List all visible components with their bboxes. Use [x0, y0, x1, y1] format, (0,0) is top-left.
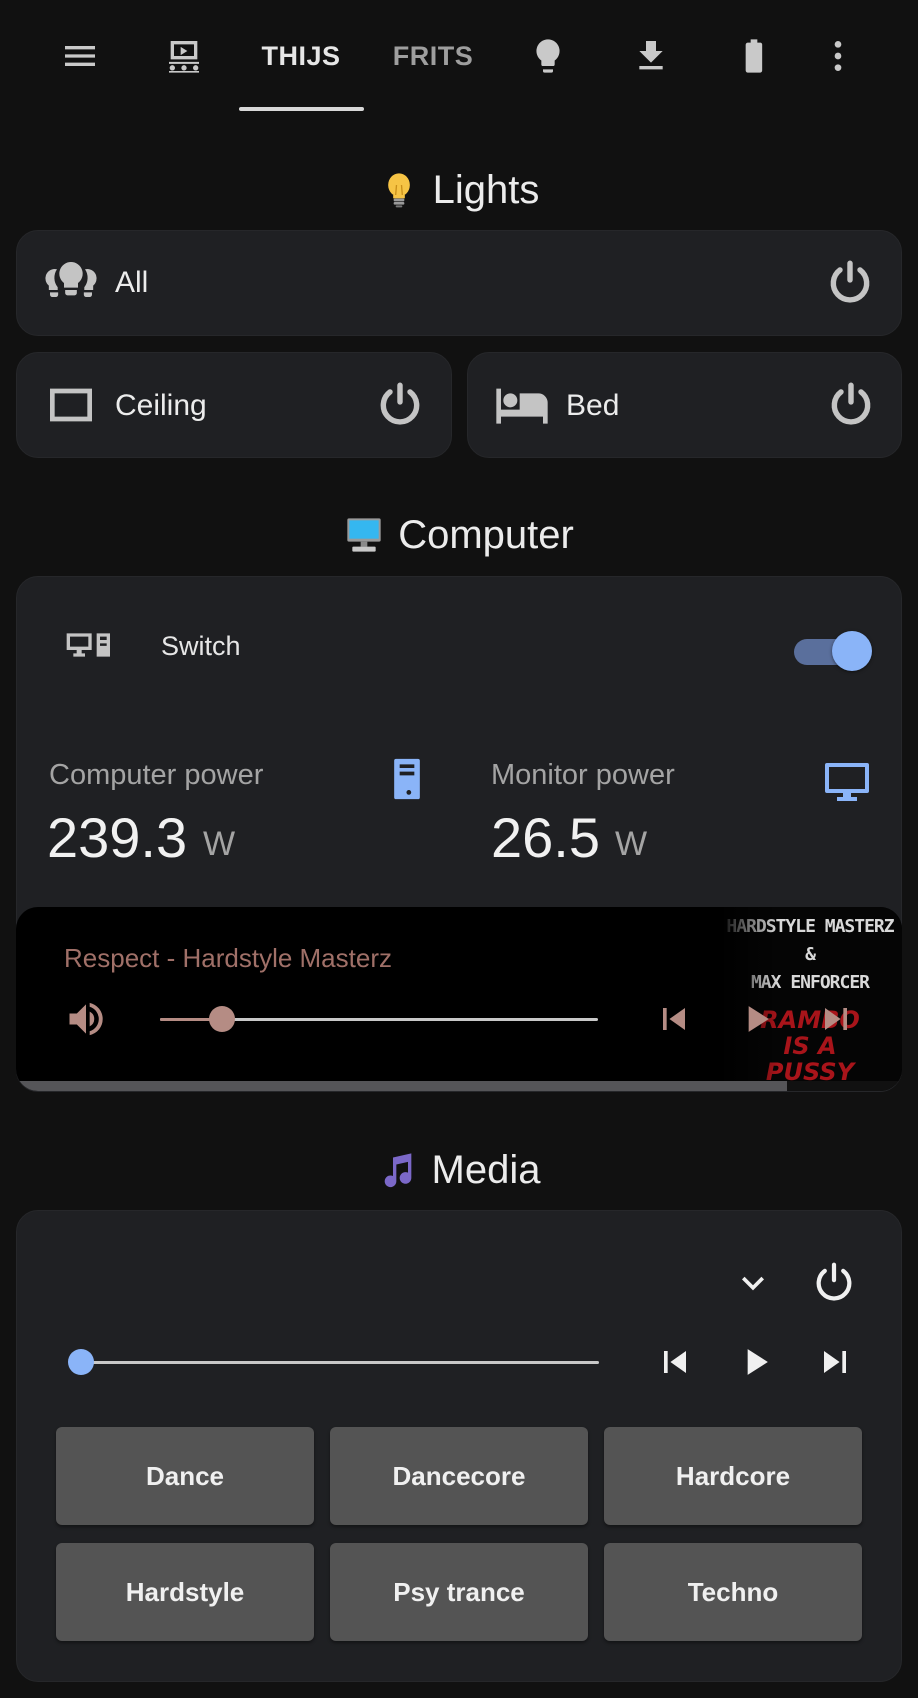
volume-icon[interactable]	[64, 997, 108, 1041]
monitor-power-value: 26.5	[491, 806, 600, 869]
power-icon[interactable]	[375, 379, 425, 429]
bed-icon	[494, 377, 550, 433]
computer-title: Computer	[398, 512, 574, 557]
media-heading: Media	[0, 1140, 918, 1200]
media-volume-slider-knob[interactable]	[68, 1349, 94, 1375]
monitor-icon	[823, 759, 871, 803]
light-bed-label: Bed	[566, 389, 620, 422]
computer-power-label: Computer power	[49, 759, 264, 791]
play-icon[interactable]	[734, 997, 778, 1041]
tab-thijs[interactable]: THIJS	[245, 30, 357, 82]
preset-psy-trance-button[interactable]: Psy trance	[330, 1543, 588, 1641]
computer-power-value: 239.3	[47, 806, 188, 869]
lights-title: Lights	[432, 167, 540, 212]
computer-heading: Computer	[0, 505, 918, 565]
power-icon[interactable]	[811, 1259, 857, 1305]
monitor-power-label: Monitor power	[491, 759, 675, 791]
computer-emoji-icon	[347, 518, 381, 552]
light-ceiling-label: Ceiling	[115, 389, 207, 422]
light-all-label: All	[115, 266, 149, 299]
preset-techno-button[interactable]: Techno	[604, 1543, 862, 1641]
next-track-icon[interactable]	[813, 1340, 857, 1384]
media-title: Media	[431, 1147, 541, 1192]
lightbulb-icon[interactable]	[520, 28, 576, 84]
play-icon[interactable]	[733, 1340, 777, 1384]
computer-switch-label: Switch	[161, 631, 241, 661]
theater-icon[interactable]	[156, 28, 212, 84]
next-track-icon[interactable]	[814, 997, 858, 1041]
light-ceiling-button[interactable]: Ceiling	[16, 352, 452, 458]
lightbulb-emoji-icon	[387, 173, 410, 208]
media-volume-slider[interactable]	[79, 1361, 599, 1364]
previous-track-icon[interactable]	[653, 1340, 697, 1384]
previous-track-icon[interactable]	[652, 997, 696, 1041]
album-art-fade	[718, 907, 778, 1082]
track-progress-fill	[16, 1081, 787, 1091]
computer-media-player: HARDSTYLE MASTERZ & MAX ENFORCER RAMBO I…	[16, 907, 902, 1091]
desktop-tower-monitor-icon	[65, 625, 115, 665]
power-icon[interactable]	[826, 379, 876, 429]
media-card: Dance Dancecore Hardcore Hardstyle Psy t…	[16, 1210, 902, 1682]
music-note-icon	[384, 1153, 411, 1188]
menu-icon[interactable]	[52, 28, 108, 84]
lightbulb-group-icon	[43, 255, 99, 311]
tab-frits[interactable]: FRITS	[378, 30, 488, 82]
monitor-power-unit: W	[615, 825, 648, 863]
chevron-down-icon[interactable]	[731, 1261, 775, 1305]
preset-dancecore-button[interactable]: Dancecore	[330, 1427, 588, 1525]
active-tab-indicator	[239, 107, 364, 111]
ceiling-light-icon	[43, 377, 99, 433]
preset-hardstyle-button[interactable]: Hardstyle	[56, 1543, 314, 1641]
toggle-knob	[832, 631, 872, 671]
track-progress-bar[interactable]	[16, 1081, 902, 1091]
desktop-tower-icon	[387, 757, 427, 801]
light-all-button[interactable]: All	[16, 230, 902, 336]
light-bed-button[interactable]: Bed	[467, 352, 902, 458]
more-vert-icon[interactable]	[810, 28, 866, 84]
preset-hardcore-button[interactable]: Hardcore	[604, 1427, 862, 1525]
computer-switch-toggle[interactable]	[788, 629, 878, 671]
computer-power-unit: W	[203, 825, 236, 863]
battery-icon[interactable]	[726, 28, 782, 84]
album-art: HARDSTYLE MASTERZ & MAX ENFORCER RAMBO I…	[718, 907, 902, 1082]
download-icon[interactable]	[623, 28, 679, 84]
now-playing-title: Respect - Hardstyle Masterz	[64, 943, 392, 973]
power-icon[interactable]	[825, 257, 875, 307]
mini-volume-slider-knob[interactable]	[209, 1006, 235, 1032]
lights-heading: Lights	[0, 160, 918, 220]
top-app-bar: THIJS FRITS	[0, 0, 918, 112]
preset-dance-button[interactable]: Dance	[56, 1427, 314, 1525]
